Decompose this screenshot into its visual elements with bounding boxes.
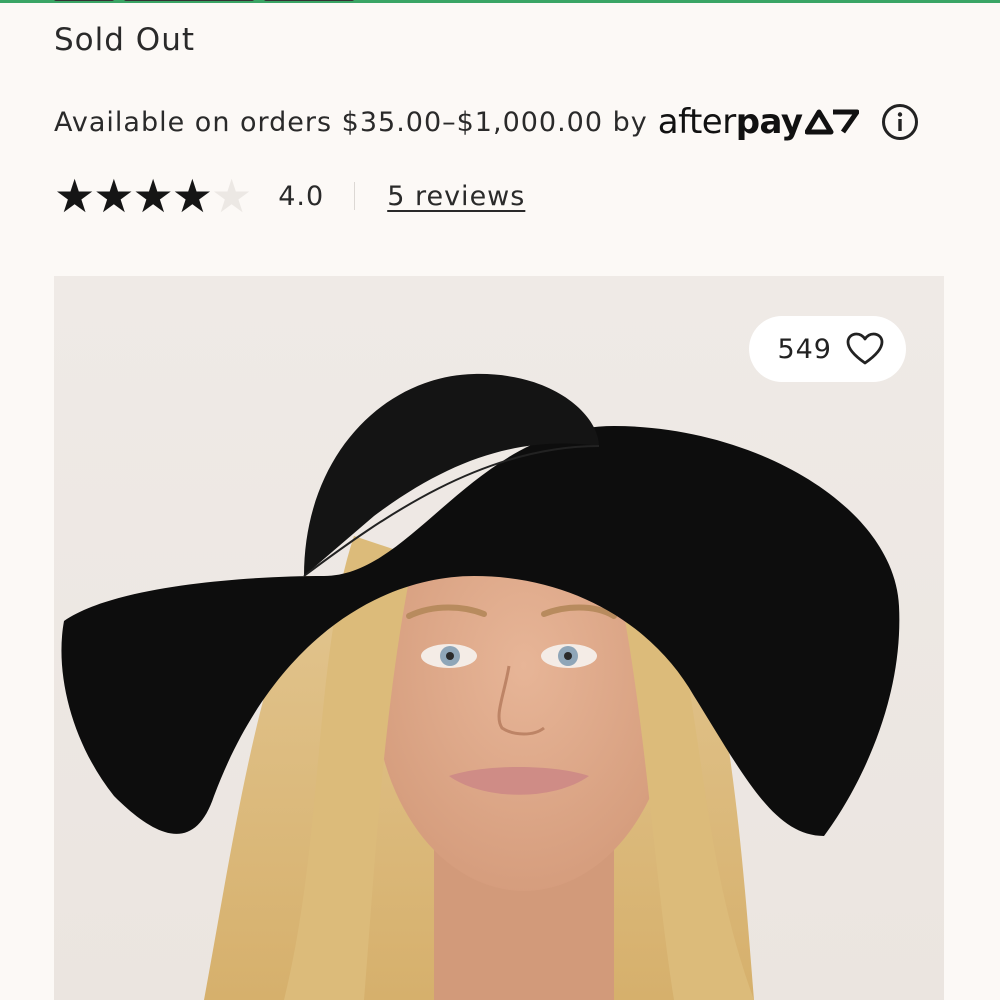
star-filled-icon: ★ [93, 169, 135, 223]
rating-divider [354, 182, 356, 210]
rating-value: 4.0 [278, 180, 325, 212]
heart-outline-icon [846, 332, 884, 365]
afterpay-text: Available on orders $35.00–$1,000.00 by [54, 106, 648, 138]
afterpay-message: Available on orders $35.00–$1,000.00 by … [54, 100, 919, 144]
star-rating: ★ ★ ★ ★ ★ [54, 169, 253, 223]
afterpay-logo: after pay [658, 102, 859, 142]
reviews-link[interactable]: 5 reviews [387, 181, 525, 212]
star-filled-icon: ★ [171, 169, 213, 223]
product-title-cut-off [54, 0, 654, 4]
model-with-hat-illustration [54, 276, 944, 1000]
likes-button[interactable]: 549 [749, 316, 906, 382]
rating-summary: ★ ★ ★ ★ ★ 4.0 5 reviews [54, 170, 525, 222]
afterpay-logo-light: after [657, 102, 736, 142]
afterpay-arrows-icon [804, 109, 859, 135]
star-filled-icon: ★ [132, 169, 174, 223]
afterpay-logo-bold: pay [735, 102, 803, 142]
product-image[interactable]: 549 [54, 276, 944, 1000]
star-filled-icon: ★ [54, 169, 96, 223]
likes-count: 549 [777, 333, 832, 365]
availability-status: Sold Out [54, 22, 195, 58]
star-empty-icon: ★ [211, 169, 253, 223]
info-circle-icon[interactable] [881, 103, 919, 141]
